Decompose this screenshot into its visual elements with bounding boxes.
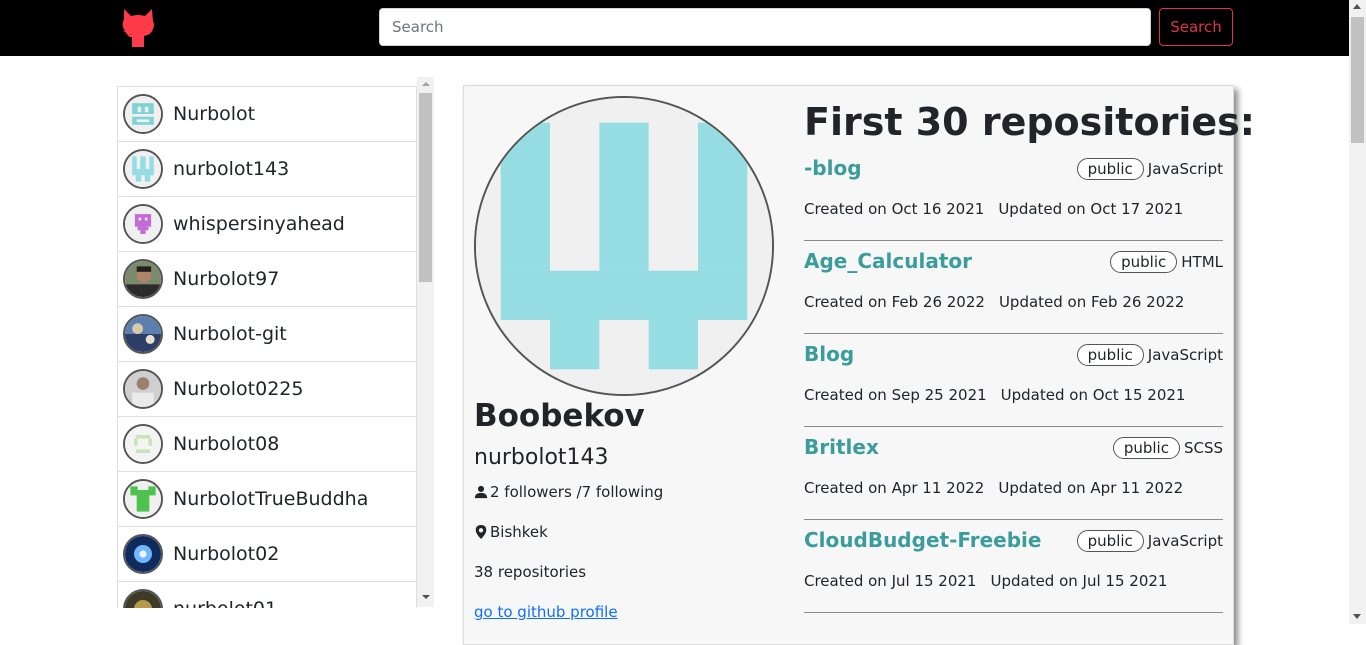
- user-list-item[interactable]: Nurbolot08: [117, 417, 417, 472]
- user-list-scrollbar-thumb[interactable]: [419, 93, 432, 282]
- github-cat-logo-icon[interactable]: [120, 7, 156, 49]
- user-list-item[interactable]: Nurbolot02: [117, 527, 417, 582]
- avatar: [123, 314, 163, 354]
- avatar: [123, 589, 163, 608]
- repository-dates: Created on Oct 16 2021 Updated on Oct 17 …: [804, 200, 1183, 218]
- avatar: [123, 149, 163, 189]
- created-date: Created on Feb 26 2022: [804, 293, 985, 311]
- repository-language: JavaScript: [1147, 532, 1223, 550]
- repository-language: JavaScript: [1147, 346, 1223, 364]
- repository-name-link[interactable]: -blog: [804, 156, 862, 180]
- repository-language: SCSS: [1183, 439, 1223, 457]
- user-login: Nurbolot97: [173, 268, 280, 290]
- search-input[interactable]: [379, 8, 1151, 46]
- user-list-item[interactable]: NurbolotTrueBuddha: [117, 472, 417, 527]
- repository-name-link[interactable]: CloudBudget-Freebie: [804, 528, 1041, 552]
- repository-meta: public SCSS: [1112, 437, 1223, 459]
- updated-date: Updated on Jul 15 2021: [990, 572, 1168, 590]
- top-navbar: Search: [0, 0, 1349, 56]
- repository-dates: Created on Sep 25 2021 Updated on Oct 15 …: [804, 386, 1185, 404]
- location-pin-icon: [475, 525, 487, 539]
- visibility-badge: public: [1076, 530, 1144, 552]
- updated-date: Updated on Oct 15 2021: [1000, 386, 1186, 404]
- user-login: Nurbolot-git: [173, 323, 287, 345]
- user-list: Nurbolot nurbolot143 whispersinyahead Nu…: [117, 86, 417, 608]
- avatar: [123, 424, 163, 464]
- user-list-item[interactable]: Nurbolot: [117, 86, 417, 142]
- repository-meta: public JavaScript: [1076, 344, 1223, 366]
- repository-meta: public JavaScript: [1076, 530, 1223, 552]
- profile-repo-count: 38 repositories: [474, 563, 587, 581]
- visibility-badge: public: [1112, 437, 1180, 459]
- repository-language: JavaScript: [1147, 160, 1223, 178]
- repository-item: -blog public JavaScript Created on Oct 1…: [804, 148, 1223, 241]
- page-scrollbar[interactable]: [1349, 0, 1366, 624]
- created-date: Created on Jul 15 2021: [804, 572, 977, 590]
- repository-list: -blog public JavaScript Created on Oct 1…: [804, 148, 1223, 613]
- user-list-item[interactable]: Nurbolot-git: [117, 307, 417, 362]
- visibility-badge: public: [1110, 251, 1178, 273]
- updated-date: Updated on Feb 26 2022: [998, 293, 1185, 311]
- repository-item: Britlex public SCSS Created on Apr 11 20…: [804, 427, 1223, 520]
- repository-item: Age_Calculator public HTML Created on Fe…: [804, 241, 1223, 334]
- user-list-scrollbar[interactable]: [417, 77, 434, 607]
- avatar: [123, 369, 163, 409]
- avatar: [123, 479, 163, 519]
- user-login: NurbolotTrueBuddha: [173, 488, 369, 510]
- page-scrollbar-thumb[interactable]: [1351, 17, 1364, 143]
- person-icon: [474, 485, 488, 499]
- repository-dates: Created on Apr 11 2022 Updated on Apr 11 …: [804, 479, 1183, 497]
- repository-meta: public HTML: [1110, 251, 1223, 273]
- repository-language: HTML: [1181, 253, 1223, 271]
- profile-follow-info: 2 followers /7 following: [474, 483, 663, 501]
- repository-item: CloudBudget-Freebie public JavaScript Cr…: [804, 520, 1223, 613]
- profile-avatar: [474, 96, 774, 396]
- visibility-badge: public: [1076, 158, 1144, 180]
- repositories-title: First 30 repositories:: [804, 100, 1255, 144]
- avatar: [123, 259, 163, 299]
- repository-item: Blog public JavaScript Created on Sep 25…: [804, 334, 1223, 427]
- user-list-item[interactable]: Nurbolot0225: [117, 362, 417, 417]
- scroll-down-arrow-icon[interactable]: [1353, 614, 1361, 619]
- repository-name-link[interactable]: Age_Calculator: [804, 249, 972, 273]
- profile-login: nurbolot143: [474, 445, 609, 470]
- user-login: Nurbolot02: [173, 543, 280, 565]
- avatar: [123, 94, 163, 134]
- visibility-badge: public: [1076, 344, 1144, 366]
- scroll-up-arrow-icon[interactable]: [422, 82, 430, 86]
- profile-card: Boobekov nurbolot143 2 followers /7 foll…: [463, 85, 1255, 645]
- repository-dates: Created on Feb 26 2022 Updated on Feb 26 …: [804, 293, 1184, 311]
- scroll-down-arrow-icon[interactable]: [422, 595, 430, 599]
- avatar: [123, 534, 163, 574]
- user-login: nurbolot01: [173, 598, 277, 608]
- user-login: Nurbolot0225: [173, 378, 304, 400]
- created-date: Created on Apr 11 2022: [804, 479, 985, 497]
- follow-text: 2 followers /7 following: [490, 483, 664, 501]
- user-list-item[interactable]: nurbolot143: [117, 142, 417, 197]
- user-login: whispersinyahead: [173, 213, 345, 235]
- github-profile-link[interactable]: go to github profile: [474, 603, 618, 621]
- user-list-item[interactable]: whispersinyahead: [117, 197, 417, 252]
- user-list-item[interactable]: nurbolot01: [117, 582, 417, 608]
- user-login: nurbolot143: [173, 158, 290, 180]
- updated-date: Updated on Oct 17 2021: [998, 200, 1184, 218]
- created-date: Created on Oct 16 2021: [804, 200, 985, 218]
- repository-name-link[interactable]: Britlex: [804, 435, 879, 459]
- profile-name: Boobekov: [474, 398, 645, 434]
- updated-date: Updated on Apr 11 2022: [998, 479, 1184, 497]
- user-login: Nurbolot08: [173, 433, 280, 455]
- repository-dates: Created on Jul 15 2021 Updated on Jul 15 …: [804, 572, 1167, 590]
- profile-location: Bishkek: [474, 523, 548, 541]
- scroll-up-arrow-icon[interactable]: [1353, 4, 1361, 9]
- user-list-item[interactable]: Nurbolot97: [117, 252, 417, 307]
- repository-meta: public JavaScript: [1076, 158, 1223, 180]
- avatar: [123, 204, 163, 244]
- repository-name-link[interactable]: Blog: [804, 342, 854, 366]
- user-login: Nurbolot: [173, 103, 256, 125]
- search-button[interactable]: Search: [1159, 8, 1233, 46]
- created-date: Created on Sep 25 2021: [804, 386, 987, 404]
- location-text: Bishkek: [490, 523, 548, 541]
